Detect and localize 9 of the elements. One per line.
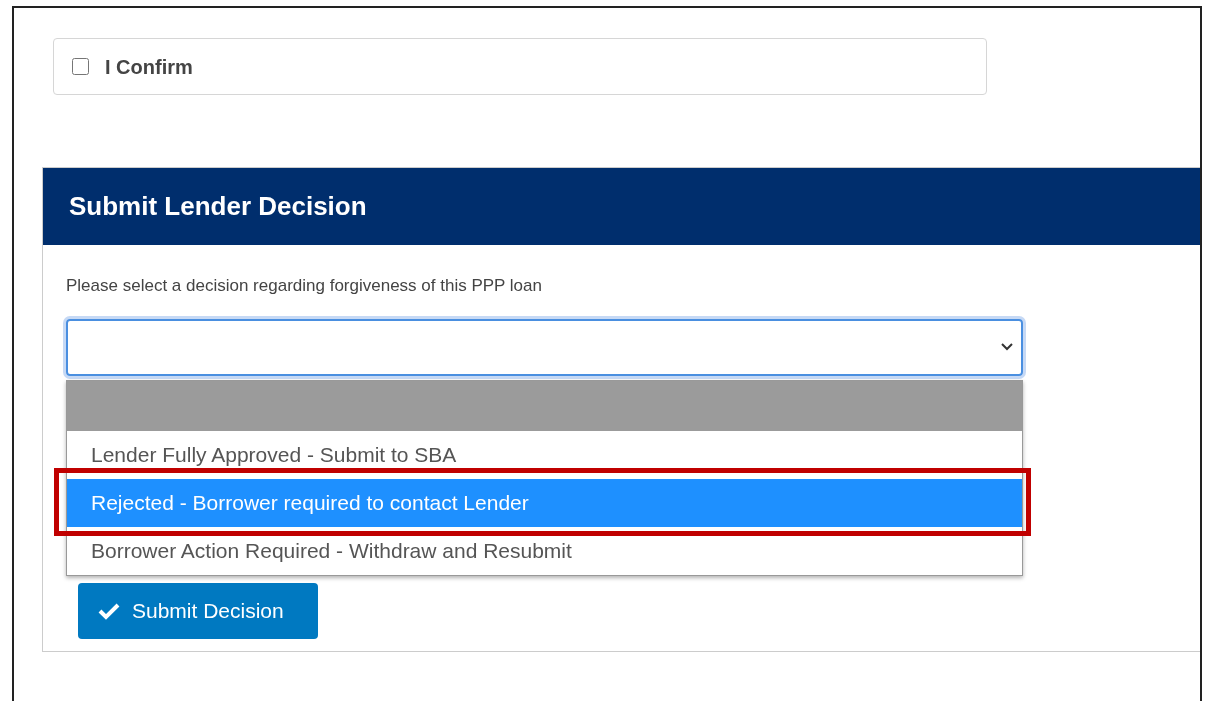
- decision-prompt: Please select a decision regarding forgiveness of this PPP loan: [66, 275, 543, 297]
- chevron-down-icon: [1001, 343, 1013, 351]
- submit-decision-button[interactable]: Submit Decision: [78, 582, 318, 639]
- panel-title: Submit Lender Decision: [69, 190, 367, 223]
- confirm-checkbox[interactable]: [72, 58, 89, 75]
- checkmark-icon: [98, 601, 120, 620]
- decision-select[interactable]: [66, 318, 1023, 376]
- dropdown-option[interactable]: Lender Fully Approved - Submit to SBA: [67, 431, 1022, 479]
- confirm-label: I Confirm: [105, 54, 193, 80]
